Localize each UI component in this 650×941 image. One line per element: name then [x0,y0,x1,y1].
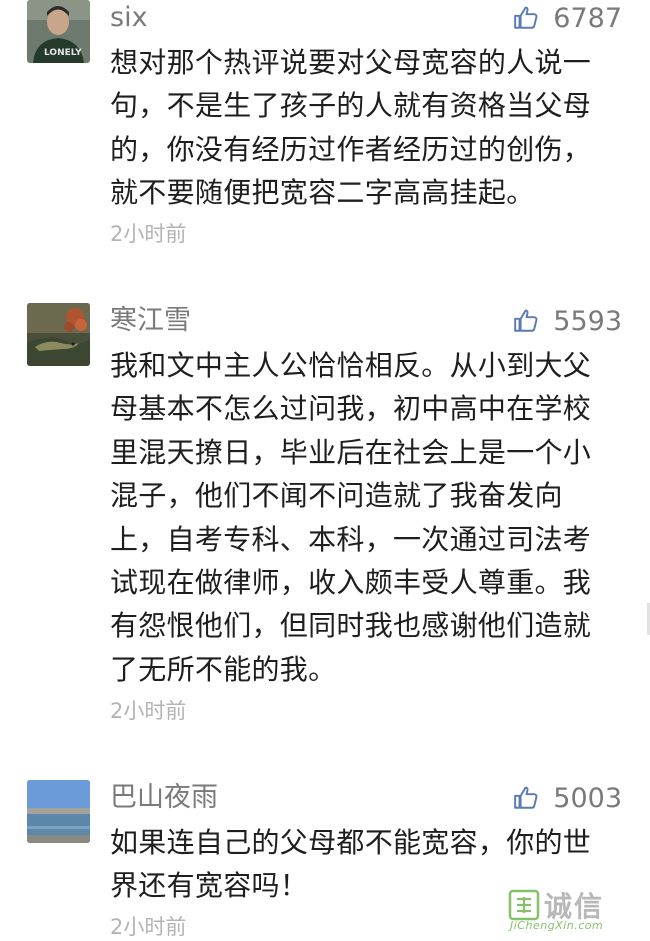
avatar[interactable] [27,303,90,366]
like-count: 6787 [553,2,622,34]
lake-avatar-icon [27,780,90,843]
watermark: 诚信 JiChengXin.com [508,883,638,933]
like-button[interactable]: 5003 [513,780,622,816]
svg-text:LONELY: LONELY [44,48,82,58]
like-count: 5003 [553,782,622,814]
thumbs-up-icon [514,786,538,809]
like-count: 5593 [553,305,622,337]
comment-text: 我和文中主人公恰恰相反。从小到大父母基本不怎么过问我，初中高中在学校里混天撩日，… [110,349,592,686]
lizard-avatar-icon [27,303,90,366]
comment-time: 2小时前 [110,222,187,246]
comment-time: 2小时前 [110,699,187,723]
comment-text: 想对那个热评说要对父母宽容的人说一句，不是生了孩子的人就有资格当父母的，你没有经… [110,46,592,210]
comment-author[interactable]: six [110,0,148,36]
like-button[interactable]: 6787 [513,0,622,36]
like-button[interactable]: 5593 [513,303,622,339]
comment-author[interactable]: 巴山夜雨 [110,780,218,816]
comment-author[interactable]: 寒江雪 [110,303,191,339]
thumbs-up-icon [514,309,538,332]
person-avatar-icon: LONELY [27,0,90,63]
avatar[interactable]: LONELY [27,0,90,63]
watermark-logo-icon [508,889,540,921]
watermark-subtitle: JiChengXin.com [510,919,604,932]
avatar[interactable] [27,780,90,843]
comment-time: 2小时前 [110,915,187,939]
thumbs-up-icon [514,6,538,29]
